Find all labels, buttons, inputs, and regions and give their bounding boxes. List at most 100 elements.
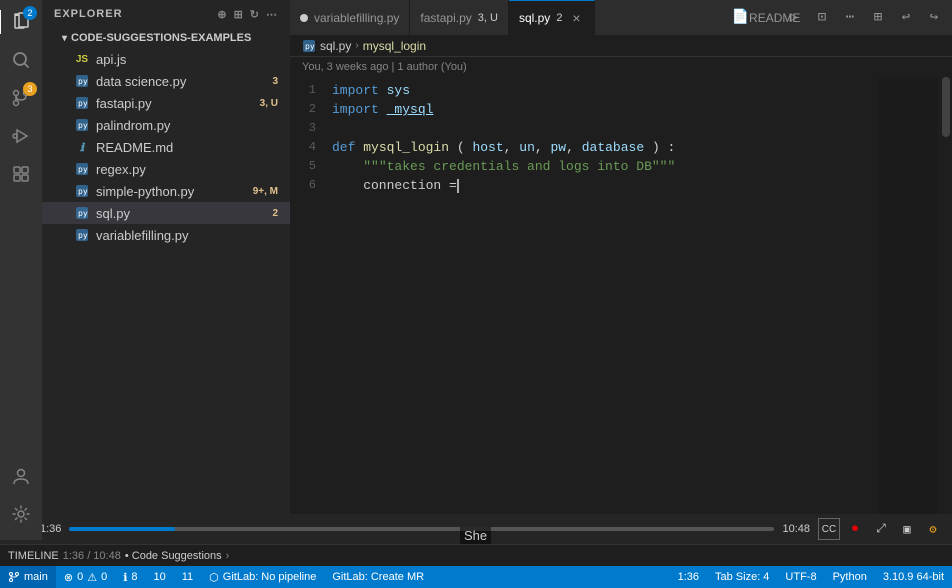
git-create-mr-label: GitLab: Create MR: [332, 571, 424, 583]
line-content-2: import _mysql: [332, 100, 952, 119]
file-name-api: api.js: [96, 52, 278, 67]
video-time-total: 10:48: [782, 523, 810, 535]
minimap: [878, 77, 938, 548]
file-badge-sql: 2: [272, 208, 278, 219]
source-control-badge: 3: [23, 82, 37, 96]
more-actions-icon[interactable]: ⋯: [838, 6, 862, 30]
sidebar-section[interactable]: ▾ CODE-SUGGESTIONS-EXAMPLES: [42, 28, 290, 48]
tab-fastapi[interactable]: fastapi.py 3, U: [410, 0, 509, 35]
account-icon[interactable]: [3, 458, 39, 494]
section-arrow: ▾: [62, 33, 67, 44]
split-editor-icon[interactable]: ⊡: [810, 6, 834, 30]
language-item[interactable]: Python: [825, 566, 875, 588]
svg-text:py: py: [78, 121, 88, 130]
redo-icon[interactable]: ↪: [922, 6, 946, 30]
video-icons: CC ⏺ ⤢ ▣ ⚙: [818, 518, 944, 540]
info-item-3[interactable]: 11: [174, 566, 201, 588]
sidebar-header-actions: ⊕ ⊞ ↻ ⋯: [217, 8, 278, 21]
file-badge-simplepython: 9+, M: [253, 186, 278, 197]
info-item-1[interactable]: ℹ 8: [115, 566, 145, 588]
py-file-icon-7: py: [74, 227, 90, 243]
line-content-6: connection =: [332, 176, 952, 195]
settings-icon[interactable]: [3, 496, 39, 532]
py-file-icon-3: py: [74, 117, 90, 133]
git-pipeline-item[interactable]: ⬡ GitLab: No pipeline: [201, 566, 324, 588]
file-item-fastapi[interactable]: py fastapi.py 3, U: [42, 92, 290, 114]
collapse-icon[interactable]: ⋯: [266, 8, 278, 21]
caption-toggle[interactable]: CC: [818, 518, 840, 540]
file-name-palindrom: palindrom.py: [96, 118, 278, 133]
tab-readme[interactable]: 📄 README: [754, 6, 778, 30]
js-file-icon: JS: [74, 51, 90, 67]
search-icon[interactable]: [3, 42, 39, 78]
run-file-icon[interactable]: ▷: [782, 6, 806, 30]
record-icon[interactable]: ⏺: [844, 518, 866, 540]
video-fullscreen-icon[interactable]: ⤢: [870, 518, 892, 540]
activity-bar: 2 3: [0, 0, 42, 540]
file-name-simplepython: simple-python.py: [96, 184, 247, 199]
undo-icon[interactable]: ↩: [894, 6, 918, 30]
file-item-palindrom[interactable]: py palindrom.py: [42, 114, 290, 136]
breadcrumb-function[interactable]: mysql_login: [363, 39, 426, 53]
encoding-item[interactable]: UTF-8: [777, 566, 824, 588]
info-file-icon: ℹ: [74, 139, 90, 155]
git-create-mr-item[interactable]: GitLab: Create MR: [324, 566, 432, 588]
errors-item[interactable]: ⊗ 0 ⚠ 0: [56, 566, 115, 588]
tab-sql[interactable]: sql.py 2 ×: [509, 0, 595, 35]
cursor-position-item[interactable]: 1:36: [670, 566, 707, 588]
code-lines: 1 import sys 2 import _mysql 3 4 def mys…: [290, 77, 952, 548]
line-number-1: 1: [290, 81, 332, 100]
tab-bar: variablefilling.py fastapi.py 3, U sql.p…: [290, 0, 952, 35]
info-item-2[interactable]: 10: [146, 566, 174, 588]
file-name-readme: README.md: [96, 140, 278, 155]
tab-variablefilling[interactable]: variablefilling.py: [290, 0, 410, 35]
file-item-variablefilling[interactable]: py variablefilling.py: [42, 224, 290, 246]
extensions-icon[interactable]: [3, 156, 39, 192]
code-line-3: 3: [290, 119, 952, 138]
git-branch-item[interactable]: main: [0, 566, 56, 588]
svg-text:py: py: [78, 77, 88, 86]
tab-size-label: Tab Size: 4: [715, 571, 769, 583]
language-label: Python: [833, 571, 867, 583]
py-file-icon-2: py: [74, 95, 90, 111]
layout-icon[interactable]: ⊞: [866, 6, 890, 30]
tab-size-item[interactable]: Tab Size: 4: [707, 566, 777, 588]
cursor-position-label: 1:36: [678, 571, 699, 583]
file-item-simplepython[interactable]: py simple-python.py 9+, M: [42, 180, 290, 202]
file-item-readme[interactable]: ℹ README.md: [42, 136, 290, 158]
svg-text:py: py: [78, 99, 88, 108]
file-item-datascience[interactable]: py data science.py 3: [42, 70, 290, 92]
code-line-5: 5 """takes credentials and logs into DB"…: [290, 157, 952, 176]
code-suggestions-arrow: ›: [226, 550, 230, 562]
info-count-3: 11: [182, 571, 193, 583]
tab-modified-dot: [300, 14, 308, 22]
git-branch-icon: [8, 571, 20, 583]
svg-text:py: py: [305, 42, 315, 51]
code-line-2: 2 import _mysql: [290, 100, 952, 119]
files-icon[interactable]: 2: [3, 4, 39, 40]
file-item-regex[interactable]: py regex.py: [42, 158, 290, 180]
line-content-3: [332, 119, 952, 138]
encoding-label: UTF-8: [785, 571, 816, 583]
python-version-item[interactable]: 3.10.9 64-bit: [875, 566, 952, 588]
refresh-icon[interactable]: ↻: [250, 8, 260, 21]
file-item-api[interactable]: JS api.js: [42, 48, 290, 70]
code-line-1: 1 import sys: [290, 81, 952, 100]
tab-actions: 📄 README ▷ ⊡ ⋯ ⊞ ↩ ↪: [748, 0, 952, 35]
new-folder-icon[interactable]: ⊞: [234, 8, 244, 21]
file-item-sql[interactable]: py sql.py 2: [42, 202, 290, 224]
run-debug-icon[interactable]: [3, 118, 39, 154]
breadcrumb-filename[interactable]: sql.py: [320, 39, 351, 53]
new-file-icon[interactable]: ⊕: [217, 8, 227, 21]
timeline-item[interactable]: TIMELINE 1:36 / 10:48 • Code Suggestions…: [8, 550, 229, 562]
video-settings-icon[interactable]: ⚙: [922, 518, 944, 540]
line-number-4: 4: [290, 138, 332, 157]
code-area[interactable]: 1 import sys 2 import _mysql 3 4 def mys…: [290, 77, 952, 548]
tab-close-sql[interactable]: ×: [568, 10, 584, 26]
video-layout-icon[interactable]: ▣: [896, 518, 918, 540]
source-control-icon[interactable]: 3: [3, 80, 39, 116]
scroll-thumb: [942, 77, 950, 137]
status-right: 1:36 Tab Size: 4 UTF-8 Python 3.10.9 64-…: [670, 566, 952, 588]
error-count: 0: [77, 571, 83, 583]
video-progress-bar[interactable]: [69, 527, 774, 531]
